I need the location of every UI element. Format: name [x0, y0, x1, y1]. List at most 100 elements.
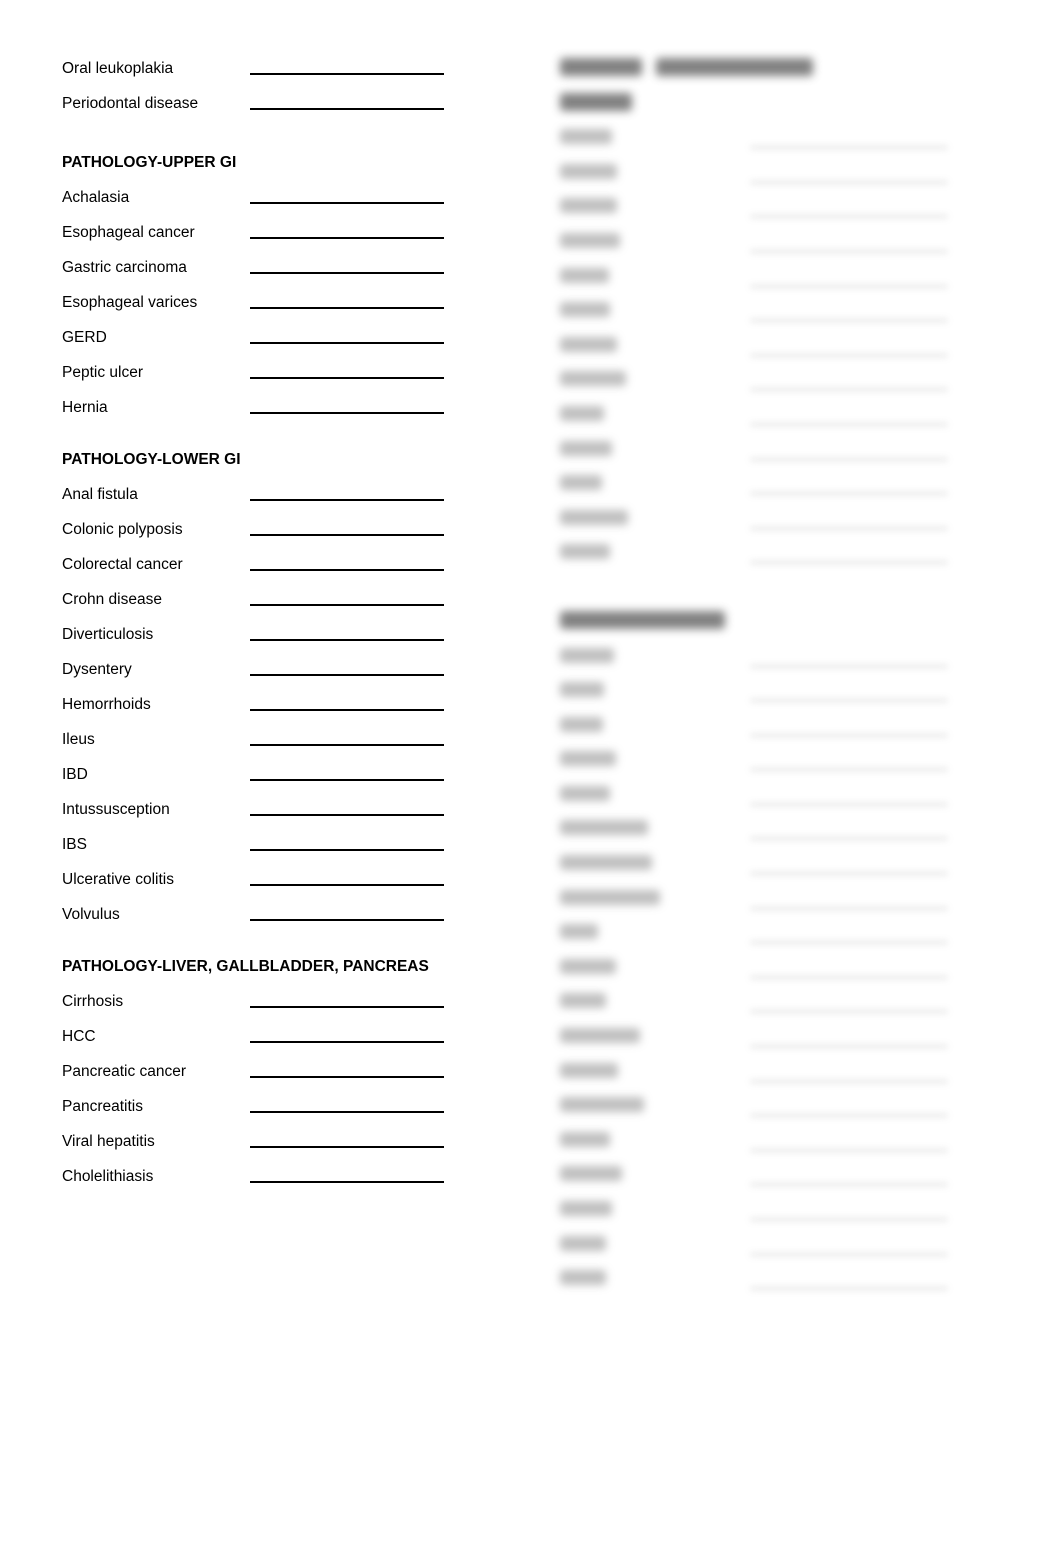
- answer-blank-line[interactable]: [750, 802, 948, 806]
- redacted-checklist-row: [560, 298, 980, 333]
- redacted-label: [560, 1131, 610, 1147]
- answer-blank-line[interactable]: [750, 353, 948, 357]
- checklist-label: Volvulus: [62, 906, 120, 923]
- checklist-label: Achalasia: [62, 189, 130, 206]
- redacted-checklist-row: [560, 816, 980, 851]
- answer-blank-line[interactable]: [750, 872, 948, 876]
- redacted-label: [560, 232, 620, 248]
- checklist-label: Colonic polyposis: [62, 521, 183, 538]
- redacted-label: [560, 544, 610, 560]
- answer-blank-line[interactable]: [250, 639, 444, 641]
- checklist-row: Hernia: [62, 395, 462, 430]
- checklist-row: Diverticulosis: [62, 622, 462, 657]
- answer-blank-line[interactable]: [750, 249, 948, 253]
- answer-blank-line[interactable]: [750, 699, 948, 703]
- answer-blank-line[interactable]: [750, 457, 948, 461]
- checklist-label: Dysentery: [62, 661, 132, 678]
- answer-blank-line[interactable]: [750, 975, 948, 979]
- answer-blank-line[interactable]: [250, 108, 444, 110]
- answer-blank-line[interactable]: [750, 733, 948, 737]
- answer-blank-line[interactable]: [250, 307, 444, 309]
- answer-blank-line[interactable]: [250, 342, 444, 344]
- checklist-row: Anal fistula: [62, 482, 462, 517]
- answer-blank-line[interactable]: [250, 744, 444, 746]
- redacted-text-bar: [560, 58, 642, 76]
- answer-blank-line[interactable]: [250, 1076, 444, 1078]
- answer-blank-line[interactable]: [750, 1079, 948, 1083]
- redacted-checklist-row: [560, 471, 980, 506]
- answer-blank-line[interactable]: [250, 779, 444, 781]
- answer-blank-line[interactable]: [250, 569, 444, 571]
- answer-blank-line[interactable]: [250, 377, 444, 379]
- answer-blank-line[interactable]: [250, 202, 444, 204]
- answer-blank-line[interactable]: [750, 388, 948, 392]
- answer-blank-line[interactable]: [750, 1045, 948, 1049]
- answer-blank-line[interactable]: [250, 1111, 444, 1113]
- checklist-row: Esophageal cancer: [62, 220, 462, 255]
- checklist-label: Peptic ulcer: [62, 364, 143, 381]
- answer-blank-line[interactable]: [750, 422, 948, 426]
- answer-blank-line[interactable]: [750, 492, 948, 496]
- answer-blank-line[interactable]: [750, 319, 948, 323]
- answer-blank-line[interactable]: [250, 1041, 444, 1043]
- answer-blank-line[interactable]: [250, 1146, 444, 1148]
- answer-blank-line[interactable]: [750, 1252, 948, 1256]
- answer-blank-line[interactable]: [750, 1287, 948, 1291]
- redacted-label: [560, 785, 610, 801]
- left-column: Oral leukoplakia Periodontal disease PAT…: [62, 56, 462, 1199]
- redacted-label: [560, 198, 617, 214]
- redacted-label: [560, 889, 660, 905]
- answer-blank-line[interactable]: [250, 814, 444, 816]
- answer-blank-line[interactable]: [750, 1114, 948, 1118]
- answer-blank-line[interactable]: [750, 941, 948, 945]
- checklist-row: Viral hepatitis: [62, 1129, 462, 1164]
- answer-blank-line[interactable]: [250, 849, 444, 851]
- answer-blank-line[interactable]: [250, 709, 444, 711]
- checklist-label: Crohn disease: [62, 591, 162, 608]
- redacted-checklist-row: [560, 506, 980, 541]
- answer-blank-line[interactable]: [250, 272, 444, 274]
- checklist-row: Ileus: [62, 727, 462, 762]
- answer-blank-line[interactable]: [250, 237, 444, 239]
- checklist-row: Cholelithiasis: [62, 1164, 462, 1199]
- redacted-checklist-row: [560, 125, 980, 160]
- answer-blank-line[interactable]: [750, 284, 948, 288]
- redacted-section-heading: [560, 609, 980, 644]
- answer-blank-line[interactable]: [750, 768, 948, 772]
- answer-blank-line[interactable]: [750, 180, 948, 184]
- redacted-label: [560, 302, 610, 318]
- answer-blank-line[interactable]: [250, 73, 444, 75]
- answer-blank-line[interactable]: [750, 906, 948, 910]
- answer-blank-line[interactable]: [250, 1006, 444, 1008]
- answer-blank-line[interactable]: [250, 919, 444, 921]
- answer-blank-line[interactable]: [750, 1148, 948, 1152]
- answer-blank-line[interactable]: [750, 837, 948, 841]
- checklist-label: Ulcerative colitis: [62, 871, 174, 888]
- answer-blank-line[interactable]: [250, 499, 444, 501]
- checklist-label: Ileus: [62, 731, 95, 748]
- answer-blank-line[interactable]: [750, 1010, 948, 1014]
- answer-blank-line[interactable]: [250, 1181, 444, 1183]
- answer-blank-line[interactable]: [750, 1218, 948, 1221]
- answer-blank-line[interactable]: [750, 526, 948, 530]
- answer-blank-line[interactable]: [750, 146, 948, 150]
- answer-blank-line[interactable]: [750, 215, 948, 219]
- redacted-checklist-row: [560, 1128, 980, 1163]
- answer-blank-line[interactable]: [250, 674, 444, 676]
- redacted-checklist-row: [560, 264, 980, 299]
- answer-blank-line[interactable]: [250, 534, 444, 536]
- redacted-section-heading: [560, 56, 980, 91]
- checklist-row: Crohn disease: [62, 587, 462, 622]
- answer-blank-line[interactable]: [250, 884, 444, 886]
- answer-blank-line[interactable]: [750, 664, 948, 668]
- answer-blank-line[interactable]: [750, 561, 948, 565]
- answer-blank-line[interactable]: [250, 604, 444, 606]
- redacted-label: [560, 1062, 618, 1078]
- checklist-label: Pancreatic cancer: [62, 1063, 187, 1080]
- answer-blank-line[interactable]: [750, 1183, 948, 1187]
- checklist-row: Cirrhosis: [62, 989, 462, 1024]
- answer-blank-line[interactable]: [250, 412, 444, 414]
